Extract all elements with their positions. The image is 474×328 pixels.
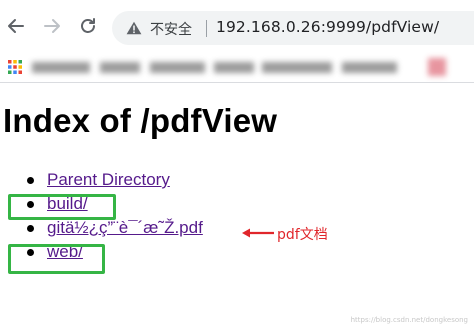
build-highlight-box xyxy=(8,194,116,220)
url-divider xyxy=(206,20,207,37)
blurred-bookmark[interactable] xyxy=(100,62,140,73)
blurred-bookmark[interactable] xyxy=(262,62,332,73)
bullet xyxy=(27,225,34,232)
arrow-left-icon xyxy=(8,19,24,33)
watermark: https://blog.csdn.net/dongkesong xyxy=(350,316,468,324)
blurred-bookmark[interactable] xyxy=(150,62,205,73)
bullet xyxy=(27,177,34,184)
web-highlight-box xyxy=(8,244,105,274)
url-text[interactable]: 192.168.0.26:9999/pdfView/ xyxy=(216,18,439,36)
security-status-label[interactable]: 不安全 xyxy=(150,19,192,39)
bookmarks-bar xyxy=(0,52,474,82)
toolbar-divider xyxy=(0,82,474,83)
blurred-bookmark[interactable] xyxy=(214,62,254,73)
reload-icon xyxy=(81,18,95,33)
blurred-bookmark[interactable] xyxy=(32,62,90,73)
list-item: Parent Directory xyxy=(0,168,474,192)
arrow-right-icon xyxy=(44,19,60,33)
apps-grid-icon[interactable] xyxy=(8,60,22,74)
blurred-bookmark[interactable] xyxy=(428,58,446,76)
back-button[interactable] xyxy=(6,16,26,36)
parent-directory-link[interactable]: Parent Directory xyxy=(47,170,170,190)
reload-button[interactable] xyxy=(78,16,98,36)
pdf-file-link[interactable]: gitä½¿ç”¨è¯´æ˜Ž.pdf xyxy=(47,218,203,238)
forward-button[interactable] xyxy=(42,16,62,36)
warning-icon xyxy=(126,21,142,35)
address-bar[interactable]: 不安全 192.168.0.26:9999/pdfView/ xyxy=(112,11,474,45)
browser-toolbar: 不安全 192.168.0.26:9999/pdfView/ xyxy=(0,0,474,52)
page-title: Index of /pdfView xyxy=(3,102,278,139)
pdf-annotation-label: pdf文档 xyxy=(277,227,328,243)
blurred-bookmark[interactable] xyxy=(342,62,397,73)
arrow-left-icon xyxy=(242,228,274,238)
